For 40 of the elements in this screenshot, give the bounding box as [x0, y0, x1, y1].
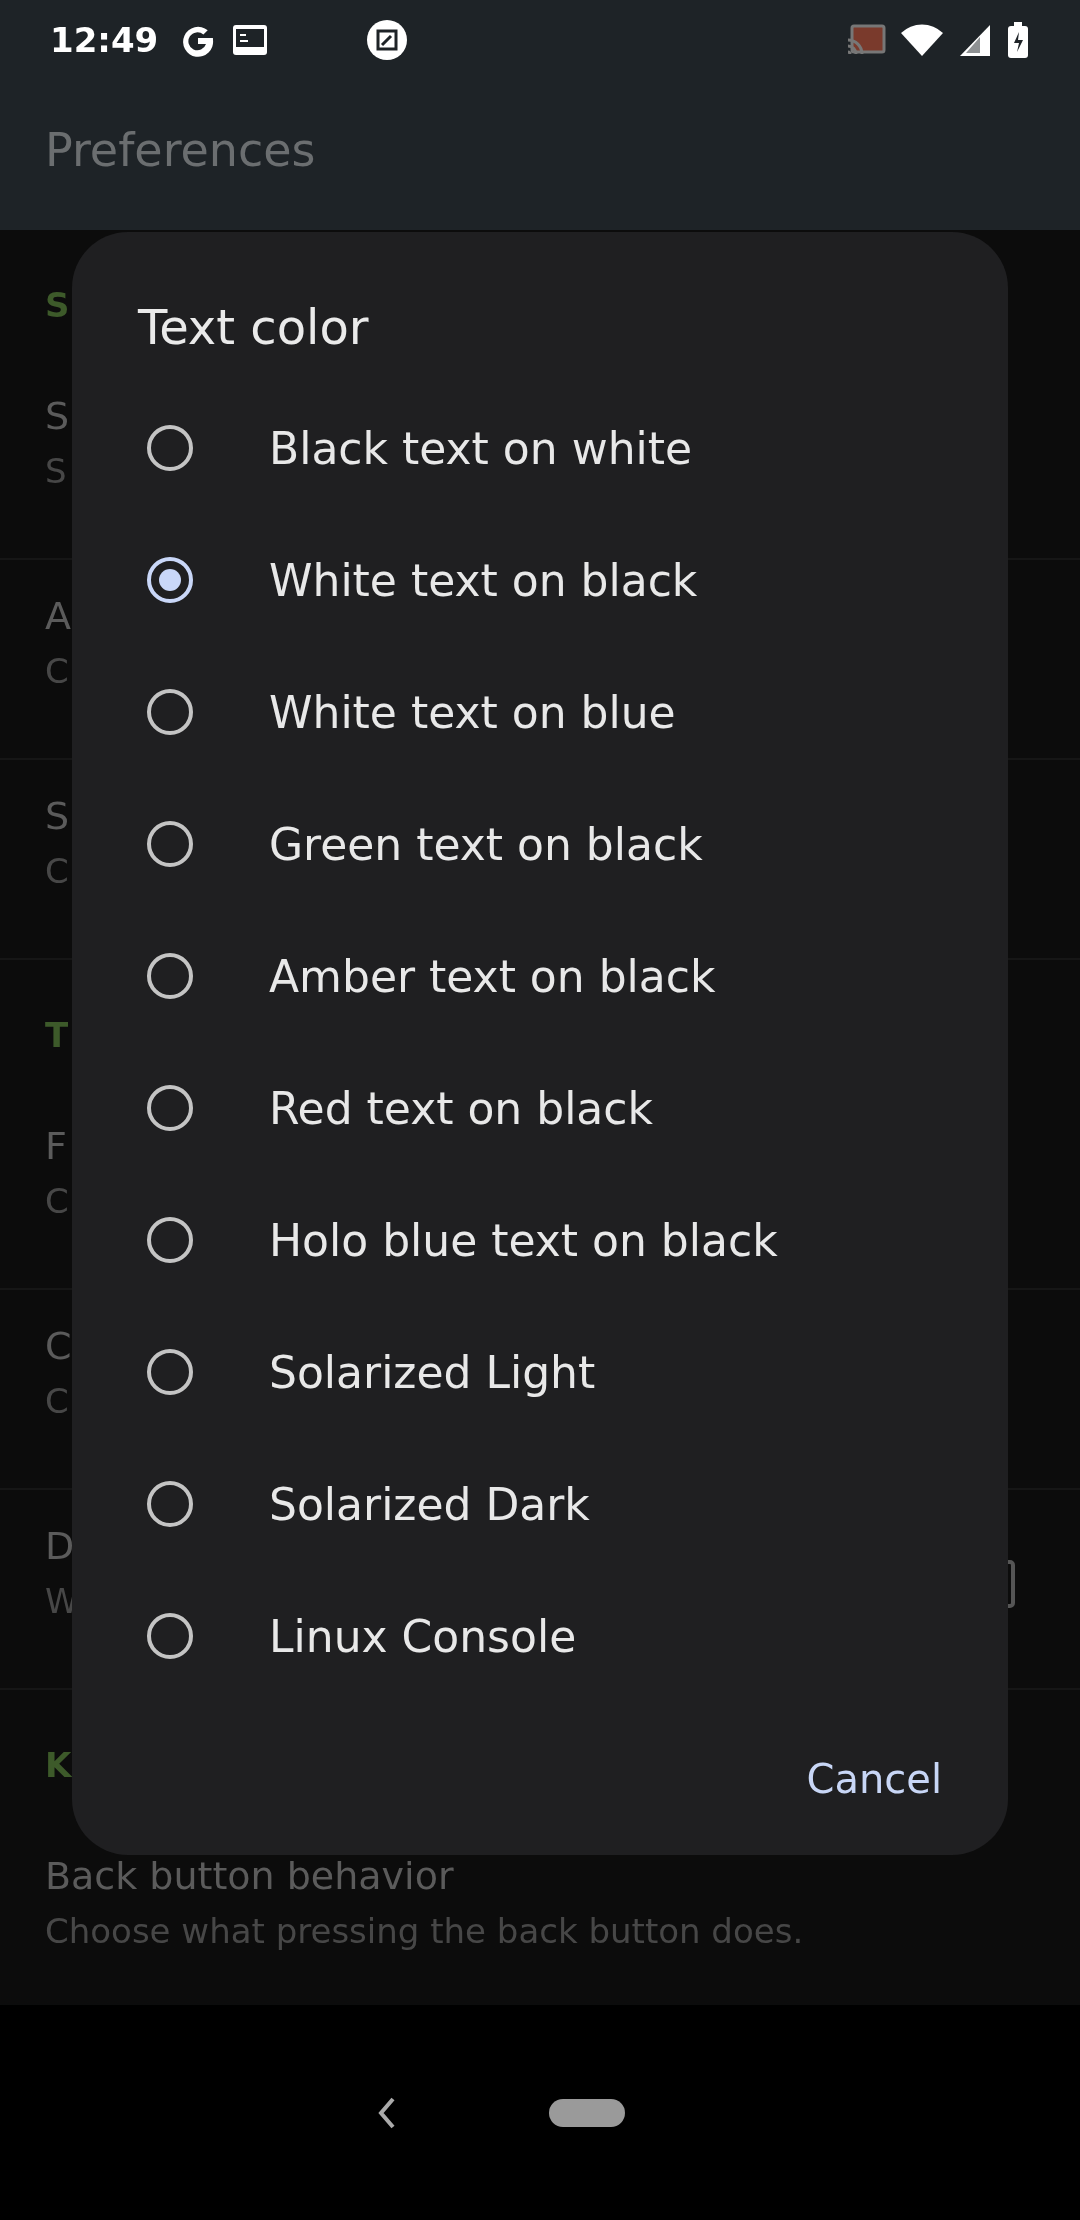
setting-summary: Choose what pressing the back button does. [45, 1910, 804, 1953]
radio-button[interactable] [146, 952, 194, 1000]
radio-button[interactable] [146, 1612, 194, 1660]
radio-option[interactable]: Holo blue text on black [72, 1174, 1008, 1306]
section-header: T [45, 1015, 69, 1055]
cast-icon [846, 24, 886, 56]
radio-button[interactable] [146, 820, 194, 868]
radio-button[interactable] [146, 556, 194, 604]
signal-icon [958, 23, 992, 57]
setting-summary: C [45, 850, 69, 893]
radio-option[interactable]: Red text on black [72, 1042, 1008, 1174]
radio-button[interactable] [146, 1480, 194, 1528]
setting-summary: C [45, 1180, 69, 1223]
cancel-button[interactable]: Cancel [780, 1738, 968, 1820]
screen-title: Preferences [45, 123, 316, 179]
radio-button[interactable] [146, 1084, 194, 1132]
section-header: S [45, 285, 70, 325]
radio-option[interactable]: Linux Console [72, 1570, 1008, 1702]
home-handle[interactable] [549, 2098, 625, 2127]
terminal-icon [232, 23, 269, 57]
radio-option[interactable]: White text on black [72, 514, 1008, 646]
radio-button[interactable] [146, 1348, 194, 1396]
battery-icon [1006, 21, 1030, 59]
setting-summary: S [45, 450, 67, 493]
section-header: K [45, 1745, 72, 1785]
dialog-title: Text color [137, 298, 370, 357]
radio-option[interactable]: White text on blue [72, 646, 1008, 778]
wifi-icon [900, 23, 944, 57]
setting-summary: C [45, 650, 69, 693]
radio-option[interactable]: Black text on white [72, 382, 1008, 514]
radio-button[interactable] [146, 424, 194, 472]
radio-option[interactable]: Amber text on black [72, 910, 1008, 1042]
setting-summary: C [45, 1380, 69, 1423]
radio-button[interactable] [146, 688, 194, 736]
clock: 12:49 [50, 20, 159, 60]
screenshot-edit-icon [366, 19, 409, 61]
radio-option[interactable]: Solarized Light [72, 1306, 1008, 1438]
radio-option[interactable]: Green text on black [72, 778, 1008, 910]
radio-button[interactable] [146, 1216, 194, 1264]
radio-option[interactable]: Solarized Dark [72, 1438, 1008, 1570]
